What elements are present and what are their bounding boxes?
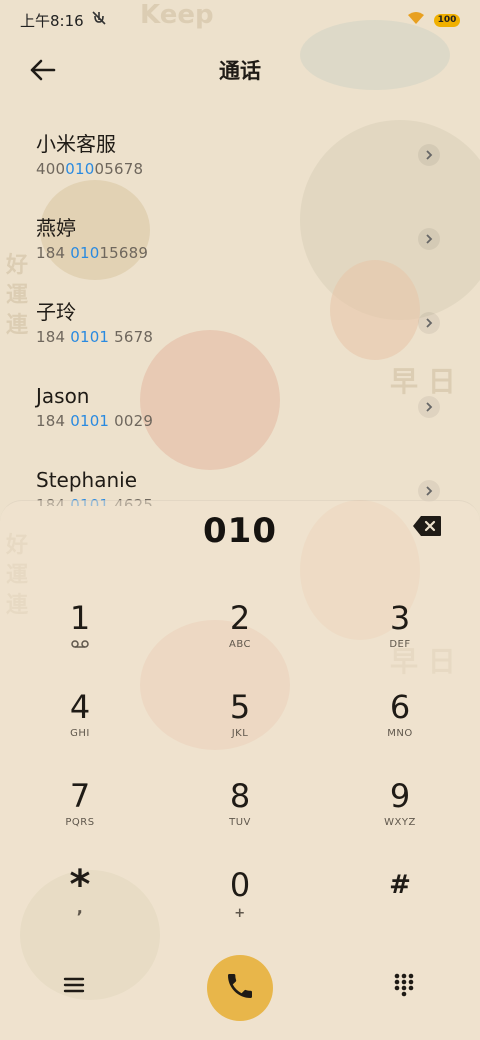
chevron-right-icon[interactable] — [418, 480, 440, 502]
key-digit: 4 — [69, 688, 91, 726]
bottom-actions — [0, 951, 480, 1021]
backspace-icon[interactable] — [412, 515, 442, 537]
contact-name: 子玲 — [36, 300, 76, 324]
key-digit: 6 — [389, 688, 411, 726]
call-button[interactable] — [207, 955, 273, 1021]
contact-row[interactable]: 子玲 184 0101 5678 — [0, 286, 480, 370]
match-highlight: 010 — [65, 160, 95, 178]
key-5[interactable]: 5 JKL — [160, 680, 320, 769]
key-2[interactable]: 2 ABC — [160, 591, 320, 680]
key-7[interactable]: 7 PQRS — [0, 769, 160, 858]
key-digit: 3 — [389, 599, 411, 637]
key-letters: GHI — [70, 728, 90, 739]
contact-number: 184 0101 0029 — [36, 412, 154, 430]
contact-number: 184 01015689 — [36, 244, 149, 262]
key-letters: WXYZ — [384, 817, 416, 828]
wifi-icon — [406, 11, 426, 29]
chevron-right-icon[interactable] — [418, 312, 440, 334]
key-star[interactable]: * , — [0, 858, 160, 947]
match-highlight: 0101 — [70, 412, 110, 430]
key-digit: 0 — [229, 866, 251, 904]
voicemail-icon — [71, 639, 89, 651]
contact-row[interactable]: 小米客服 40001005678 — [0, 118, 480, 202]
key-letters: JKL — [231, 728, 249, 739]
contact-number: 184 0101 5678 — [36, 328, 154, 346]
dialer-panel: 010 1 2 ABC 3 DEF 4 GHI 5 JKL 6 MNO 7 PQ… — [0, 500, 480, 1040]
dialpad-icon[interactable] — [390, 971, 418, 999]
contact-row[interactable]: Jason 184 0101 0029 — [0, 370, 480, 454]
key-letters: ABC — [228, 639, 251, 650]
key-digit: # — [389, 870, 411, 900]
status-time: 上午8:16 — [20, 11, 84, 30]
chevron-right-icon[interactable] — [418, 228, 440, 250]
contact-number: 40001005678 — [36, 160, 144, 178]
match-highlight: 010 — [70, 244, 100, 262]
key-letters: , — [76, 898, 84, 917]
key-8[interactable]: 8 TUV — [160, 769, 320, 858]
menu-icon[interactable] — [60, 971, 88, 999]
key-digit: 7 — [69, 777, 91, 815]
key-letters: TUV — [229, 817, 251, 828]
battery-icon: 100 — [434, 13, 460, 27]
contact-row[interactable]: Stephanie 184 0101 4625 — [0, 454, 480, 506]
key-letters: + — [234, 906, 246, 921]
chevron-right-icon[interactable] — [418, 396, 440, 418]
key-letters: MNO — [387, 728, 413, 739]
key-9[interactable]: 9 WXYZ — [320, 769, 480, 858]
status-bar: 上午8:16 100 — [0, 0, 480, 40]
dialed-number[interactable]: 010 — [0, 507, 480, 555]
key-digit: 5 — [229, 688, 251, 726]
battery-level: 100 — [437, 15, 457, 25]
mute-icon — [90, 10, 108, 30]
match-highlight: 0101 — [70, 328, 110, 346]
page-title: 通话 — [219, 59, 261, 83]
key-digit: 1 — [69, 599, 91, 637]
back-arrow-icon[interactable] — [28, 54, 64, 86]
key-6[interactable]: 6 MNO — [320, 680, 480, 769]
phone-icon — [224, 970, 256, 1006]
chevron-right-icon[interactable] — [418, 144, 440, 166]
keypad: 1 2 ABC 3 DEF 4 GHI 5 JKL 6 MNO 7 PQRS 8 — [0, 591, 480, 947]
key-digit: 2 — [229, 599, 251, 637]
contact-suggestions: 小米客服 40001005678 燕婷 184 01015689 子玲 184 … — [0, 118, 480, 506]
key-0[interactable]: 0 + — [160, 858, 320, 947]
key-digit: 8 — [229, 777, 251, 815]
key-3[interactable]: 3 DEF — [320, 591, 480, 680]
key-letters: DEF — [389, 639, 411, 650]
key-digit: 9 — [389, 777, 411, 815]
key-hash[interactable]: # — [320, 858, 480, 947]
key-1[interactable]: 1 — [0, 591, 160, 680]
key-4[interactable]: 4 GHI — [0, 680, 160, 769]
contact-row[interactable]: 燕婷 184 01015689 — [0, 202, 480, 286]
contact-name: 小米客服 — [36, 132, 116, 156]
contact-name: 燕婷 — [36, 216, 76, 240]
key-letters: PQRS — [65, 817, 95, 828]
contact-name: Jason — [36, 384, 90, 408]
header: 通话 — [0, 48, 480, 92]
contact-name: Stephanie — [36, 468, 138, 492]
